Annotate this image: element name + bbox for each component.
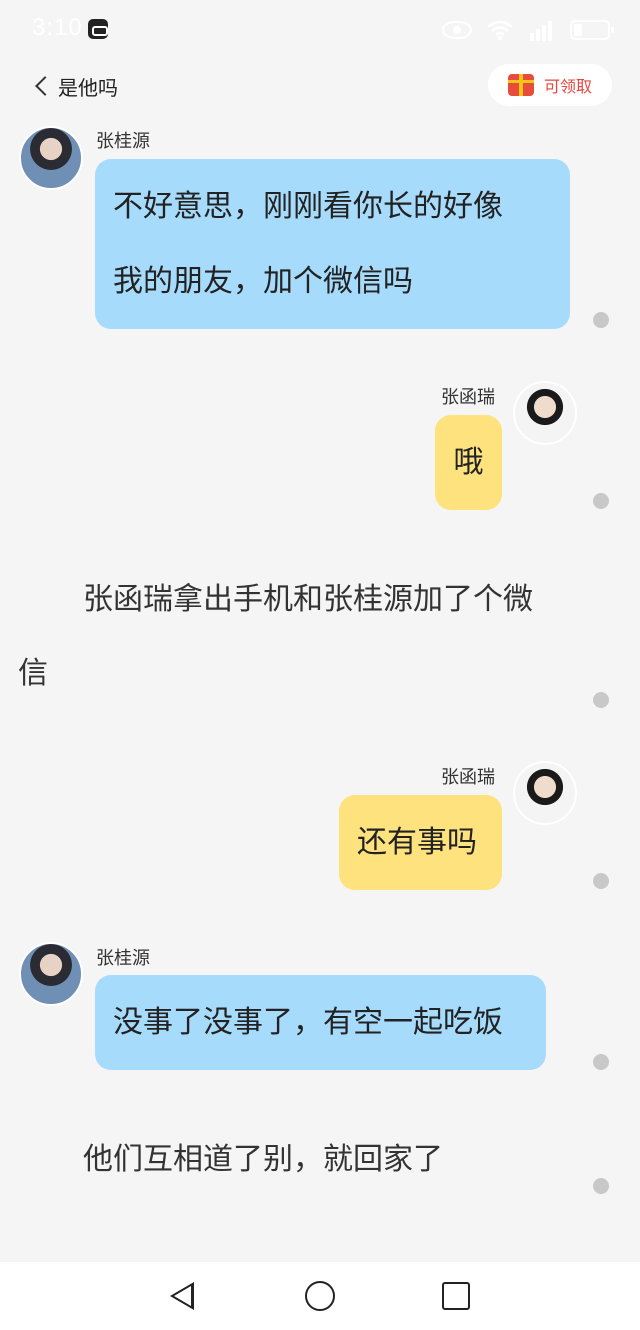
system-nav-bar: [0, 1262, 640, 1330]
message-line: 还有事吗: [357, 825, 477, 860]
chevron-left-icon: [35, 76, 55, 96]
avatar-zhang-guiyuan[interactable]: [19, 126, 83, 190]
nav-recents-icon[interactable]: [442, 1282, 470, 1310]
nav-home-icon[interactable]: [305, 1281, 335, 1311]
message-bubble[interactable]: 哦: [435, 415, 502, 510]
more-dot[interactable]: [593, 873, 609, 889]
claim-label: 可领取: [543, 77, 592, 96]
eye-comfort-icon: [442, 21, 472, 39]
narration-line: 信: [18, 656, 48, 691]
message-line: 哦: [453, 445, 484, 480]
battery-icon: [570, 20, 614, 40]
wifi-icon: [487, 20, 513, 40]
nav-back-icon[interactable]: [170, 1282, 194, 1310]
avatar-zhang-guiyuan[interactable]: [19, 942, 83, 1006]
red-envelope-icon: [507, 74, 534, 96]
speaker-name: 张桂源: [96, 948, 150, 969]
signal-icon: [530, 21, 552, 41]
speaker-name: 张函瑞: [441, 387, 495, 408]
speaker-name: 张函瑞: [441, 767, 495, 788]
narration-line: 张函瑞拿出手机和张桂源加了个微: [83, 582, 533, 617]
avatar-zhang-hanrui[interactable]: [513, 761, 577, 825]
status-time: 3:10: [32, 14, 83, 41]
more-dot[interactable]: [593, 1054, 609, 1070]
message-line: 我的朋友，加个微信吗: [113, 264, 413, 299]
back-button[interactable]: 是他吗: [32, 70, 118, 102]
chat-title: 是他吗: [58, 75, 118, 100]
notification-app-icon: [88, 19, 108, 39]
more-dot[interactable]: [593, 493, 609, 509]
message-bubble[interactable]: 不好意思，刚刚看你长的好像 我的朋友，加个微信吗: [95, 159, 570, 329]
narration-line: 他们互相道了别，就回家了: [83, 1142, 443, 1177]
claim-reward-button[interactable]: 可领取: [488, 64, 612, 106]
more-dot[interactable]: [593, 692, 609, 708]
speaker-name: 张桂源: [96, 131, 150, 152]
more-dot[interactable]: [593, 1178, 609, 1194]
message-line: 不好意思，刚刚看你长的好像: [113, 189, 503, 224]
message-bubble[interactable]: 没事了没事了，有空一起吃饭: [95, 975, 546, 1070]
status-icons: [442, 16, 614, 44]
message-line: 没事了没事了，有空一起吃饭: [113, 1005, 503, 1040]
avatar-zhang-hanrui[interactable]: [513, 381, 577, 445]
message-bubble[interactable]: 还有事吗: [339, 795, 502, 890]
more-dot[interactable]: [593, 312, 609, 328]
